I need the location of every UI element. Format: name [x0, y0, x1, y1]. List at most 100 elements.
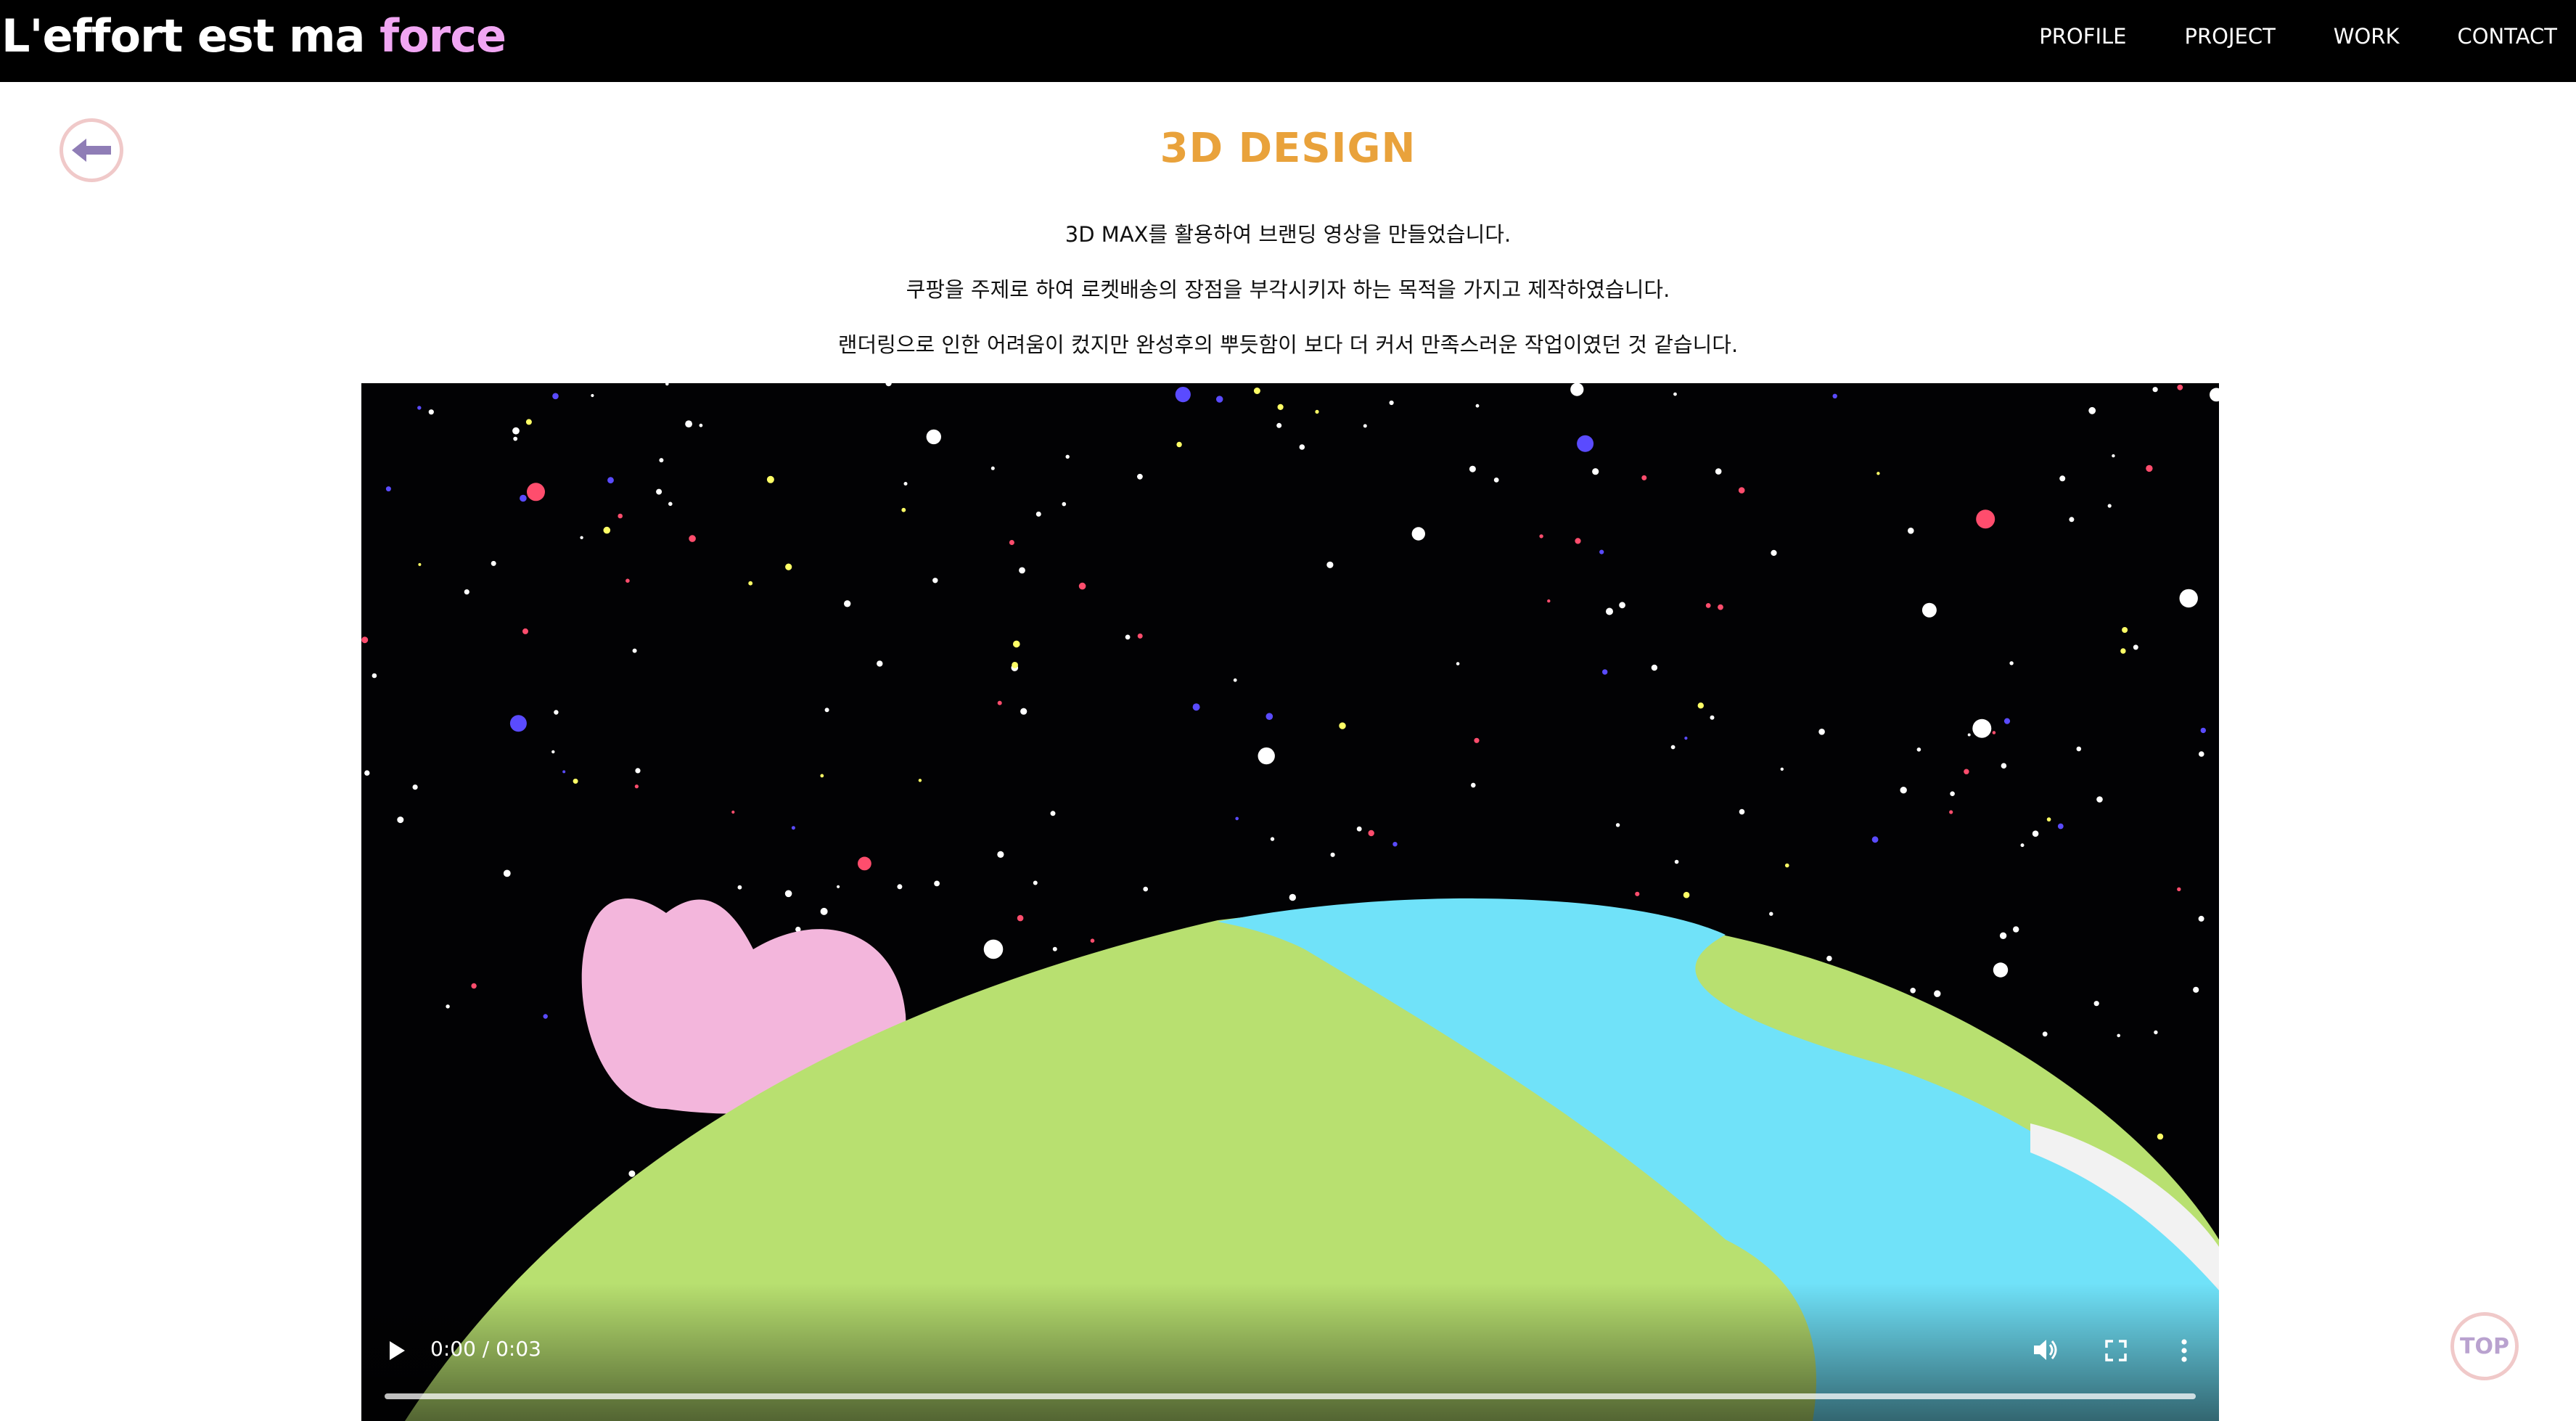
star	[385, 486, 391, 492]
star	[2057, 823, 2064, 830]
star	[2133, 644, 2138, 650]
star	[685, 420, 692, 427]
star	[625, 578, 630, 583]
star	[1363, 424, 1367, 428]
star	[1999, 932, 2007, 939]
nav-item-project[interactable]: PROJECT	[2184, 24, 2275, 49]
star	[1368, 830, 1374, 837]
fullscreen-icon[interactable]	[2105, 1340, 2127, 1361]
star	[766, 475, 774, 483]
star	[1143, 886, 1148, 892]
star	[1035, 511, 1041, 517]
star	[2001, 763, 2007, 769]
star	[656, 488, 663, 495]
star	[1176, 441, 1182, 448]
star	[1009, 540, 1014, 545]
star	[2154, 1030, 2158, 1035]
star	[2157, 1133, 2164, 1140]
volume-icon[interactable]	[2032, 1337, 2059, 1363]
star	[372, 673, 377, 679]
nav-item-work[interactable]: WORK	[2334, 24, 2400, 49]
star	[1192, 703, 1200, 711]
star	[2117, 1033, 2120, 1038]
main-nav: PROFILE PROJECT WORK CONTACT	[1981, 0, 2557, 73]
star	[820, 907, 828, 915]
star	[858, 856, 871, 871]
star	[1739, 808, 1745, 815]
page-title: 3D DESIGN	[1160, 125, 1416, 172]
star	[2003, 718, 2011, 724]
star	[1967, 733, 1971, 737]
star	[1471, 782, 1476, 788]
star	[525, 419, 532, 425]
star	[513, 436, 518, 441]
star	[1697, 703, 1704, 709]
star	[1832, 393, 1837, 398]
star	[990, 466, 995, 470]
star	[491, 560, 496, 566]
video-progress-bar[interactable]	[385, 1393, 2196, 1399]
star	[1900, 787, 1907, 794]
star	[1019, 567, 1025, 574]
star	[820, 774, 824, 778]
star	[1780, 767, 1784, 771]
more-vert-icon[interactable]	[2180, 1338, 2189, 1363]
star	[785, 563, 792, 570]
top-navigation-bar: L'effort est ma force PROFILE PROJECT WO…	[0, 0, 2576, 82]
star	[1976, 509, 1995, 529]
star	[503, 869, 511, 877]
star	[1715, 468, 1722, 475]
site-logo[interactable]: L'effort est ma force	[1, 7, 506, 65]
star	[520, 494, 527, 502]
star	[689, 535, 696, 542]
star	[573, 778, 578, 784]
description-line-3: 랜더링으로 인한 어려움이 컸지만 완성후의 뿌듯함이 보다 더 커서 만족스러…	[837, 332, 1739, 357]
play-icon[interactable]	[387, 1340, 406, 1361]
star	[551, 750, 555, 754]
star	[1411, 527, 1426, 541]
star	[2093, 1001, 2099, 1007]
video-frame	[361, 383, 2219, 1421]
star	[2069, 517, 2075, 523]
star	[2013, 926, 2019, 933]
nav-item-contact[interactable]: CONTACT	[2457, 24, 2557, 49]
star	[2199, 751, 2204, 757]
star	[512, 427, 520, 435]
star	[2107, 504, 2112, 508]
star	[446, 1004, 450, 1009]
star	[2009, 661, 2014, 666]
scroll-top-button[interactable]: TOP	[2450, 1312, 2519, 1380]
star	[361, 636, 369, 644]
star	[1577, 435, 1594, 452]
star	[2152, 387, 2158, 393]
video-player[interactable]: 0:00 / 0:03	[361, 383, 2219, 1421]
star	[1910, 988, 1916, 994]
description-line-2: 쿠팡을 주제로 하여 로켓배송의 장점을 부각시키자 하는 목적을 가지고 제작…	[906, 277, 1670, 302]
star	[997, 700, 1002, 705]
star	[1493, 478, 1499, 483]
star	[1908, 528, 1914, 534]
star	[877, 660, 883, 667]
star	[1619, 602, 1625, 609]
star	[618, 513, 623, 519]
brand-accent-text: force	[380, 9, 506, 62]
star	[562, 770, 566, 774]
star	[932, 578, 938, 583]
star	[983, 939, 1004, 959]
star	[418, 562, 422, 566]
star	[791, 826, 795, 830]
star	[1078, 582, 1086, 590]
star	[901, 507, 906, 512]
nav-item-profile[interactable]: PROFILE	[2039, 24, 2126, 49]
star	[1012, 662, 1018, 668]
star	[1575, 538, 1581, 544]
star	[1253, 388, 1260, 394]
star	[2076, 746, 2082, 752]
star	[1050, 811, 1056, 816]
star	[1738, 487, 1745, 494]
star	[1826, 955, 1832, 962]
star	[699, 423, 703, 427]
star	[997, 851, 1004, 858]
star	[1818, 729, 1825, 735]
star	[2112, 454, 2115, 458]
